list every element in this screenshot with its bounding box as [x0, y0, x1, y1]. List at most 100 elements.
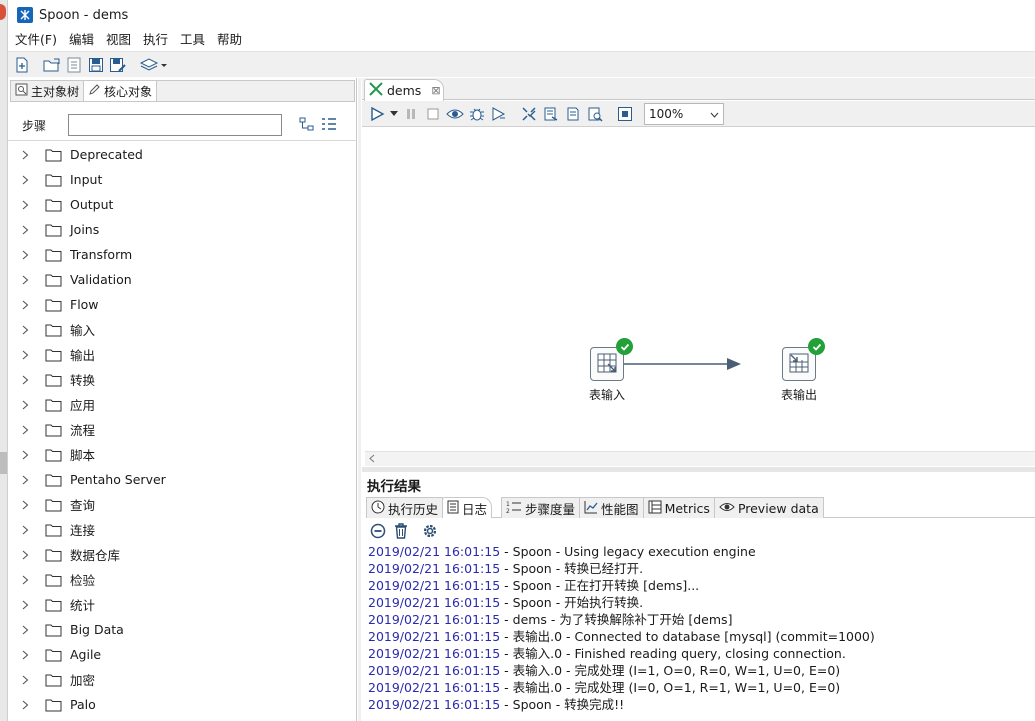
chevron-right-icon[interactable]: [22, 375, 32, 385]
chevron-right-icon[interactable]: [22, 175, 32, 185]
verify-icon[interactable]: [518, 103, 540, 125]
explore-repo-icon[interactable]: [63, 54, 85, 76]
save-as-icon[interactable]: [107, 54, 129, 76]
panel-splitter[interactable]: [358, 78, 361, 721]
tree-category[interactable]: Pentaho Server: [8, 467, 357, 492]
tree-category[interactable]: 输出: [8, 342, 357, 367]
chevron-right-icon[interactable]: [22, 325, 32, 335]
replay-icon[interactable]: [488, 103, 510, 125]
tree-category[interactable]: 数据仓库: [8, 542, 357, 567]
chevron-right-icon[interactable]: [22, 300, 32, 310]
log-timestamp: 2019/02/21 16:01:15: [368, 544, 501, 559]
stop-icon[interactable]: [422, 103, 444, 125]
log-timestamp: 2019/02/21 16:01:15: [368, 697, 501, 712]
impact-analysis-icon[interactable]: [540, 103, 562, 125]
run-options-dropdown-icon[interactable]: [388, 103, 400, 125]
show-results-icon[interactable]: [614, 103, 636, 125]
database-explorer-icon[interactable]: [584, 103, 606, 125]
tree-category[interactable]: Deprecated: [8, 142, 357, 167]
close-icon[interactable]: ⊠: [431, 84, 440, 97]
tab-preview-data[interactable]: Preview data: [713, 497, 824, 518]
tree-category[interactable]: Palo: [8, 692, 357, 717]
tree-category-label: Agile: [70, 647, 102, 662]
chevron-right-icon[interactable]: [22, 200, 32, 210]
step-table-output[interactable]: 表输出: [781, 338, 825, 403]
open-icon[interactable]: [41, 54, 63, 76]
tree-category[interactable]: 输入: [8, 317, 357, 342]
tree-category[interactable]: Flow: [8, 292, 357, 317]
clear-log-icon[interactable]: [370, 523, 386, 542]
chevron-right-icon[interactable]: [22, 675, 32, 685]
chevron-right-icon[interactable]: [22, 250, 32, 260]
chevron-right-icon[interactable]: [22, 225, 32, 235]
tab-core-objects[interactable]: 核心对象: [84, 81, 158, 101]
chevron-right-icon[interactable]: [22, 500, 32, 510]
debug-icon[interactable]: [466, 103, 488, 125]
tab-performance-graph[interactable]: 性能图: [579, 497, 644, 518]
chevron-right-icon[interactable]: [22, 275, 32, 285]
tree-category[interactable]: 加密: [8, 667, 357, 692]
hop-arrow[interactable]: [365, 128, 1035, 466]
menu-help[interactable]: 帮助: [211, 30, 248, 50]
tree-category[interactable]: 检验: [8, 567, 357, 592]
tree-category[interactable]: 脚本: [8, 442, 357, 467]
zoom-select[interactable]: 100%: [644, 102, 724, 125]
chevron-right-icon[interactable]: [22, 150, 32, 160]
steps-search-input[interactable]: [68, 114, 282, 136]
tree-category[interactable]: 应用: [8, 392, 357, 417]
log-settings-gear-icon[interactable]: [422, 523, 438, 542]
save-icon[interactable]: [85, 54, 107, 76]
pause-icon[interactable]: [400, 103, 422, 125]
tree-category[interactable]: Input: [8, 167, 357, 192]
new-file-icon[interactable]: [11, 54, 33, 76]
tab-log[interactable]: 日志: [442, 497, 493, 518]
preview-icon[interactable]: [444, 103, 466, 125]
tree-category[interactable]: Transform: [8, 242, 357, 267]
log-output[interactable]: 2019/02/21 16:01:15 - Spoon - Using lega…: [368, 543, 1035, 721]
tree-category[interactable]: 查询: [8, 492, 357, 517]
chevron-right-icon[interactable]: [22, 575, 32, 585]
chevron-right-icon[interactable]: [22, 700, 32, 710]
menu-edit[interactable]: 编辑: [63, 30, 100, 50]
menu-file[interactable]: 文件(F): [8, 30, 63, 50]
menu-run[interactable]: 执行: [137, 30, 174, 50]
run-icon[interactable]: [366, 103, 388, 125]
canvas-horizontal-scrollbar[interactable]: [365, 451, 1035, 466]
chevron-right-icon[interactable]: [22, 475, 32, 485]
trash-icon[interactable]: [394, 522, 408, 542]
transformation-canvas[interactable]: 表输入 表输出: [365, 128, 1035, 466]
generate-sql-icon[interactable]: [562, 103, 584, 125]
log-message: - Spoon - 正在打开转换 [dems]...: [500, 578, 700, 593]
tab-view-tree[interactable]: 主对象树: [11, 81, 85, 101]
step-table-input[interactable]: 表输入: [589, 338, 633, 403]
perspective-layers-icon[interactable]: [137, 54, 171, 76]
tree-category[interactable]: Agile: [8, 642, 357, 667]
tab-dems[interactable]: dems ⊠: [364, 79, 444, 101]
collapse-all-icon[interactable]: [321, 116, 337, 135]
tree-category[interactable]: 连接: [8, 517, 357, 542]
chevron-right-icon[interactable]: [22, 425, 32, 435]
tree-category[interactable]: Joins: [8, 217, 357, 242]
menu-view[interactable]: 视图: [100, 30, 137, 50]
chevron-right-icon[interactable]: [22, 450, 32, 460]
tree-category[interactable]: Output: [8, 192, 357, 217]
tree-category[interactable]: 流程: [8, 417, 357, 442]
chevron-right-icon[interactable]: [22, 625, 32, 635]
chevron-right-icon[interactable]: [22, 600, 32, 610]
chevron-right-icon[interactable]: [22, 525, 32, 535]
chevron-right-icon[interactable]: [22, 400, 32, 410]
tree-category[interactable]: 转换: [8, 367, 357, 392]
chevron-right-icon[interactable]: [22, 550, 32, 560]
chevron-right-icon[interactable]: [22, 650, 32, 660]
tree-category[interactable]: Validation: [8, 267, 357, 292]
tree-category[interactable]: 统计: [8, 592, 357, 617]
results-splitter[interactable]: [362, 467, 1035, 472]
tab-execution-history[interactable]: 执行历史: [366, 497, 444, 518]
expand-all-icon[interactable]: [299, 116, 315, 135]
tree-category[interactable]: Big Data: [8, 617, 357, 642]
tab-metrics[interactable]: Metrics: [642, 497, 715, 518]
menu-tools[interactable]: 工具: [174, 30, 211, 50]
tab-step-metrics[interactable]: 12 步骤度量: [501, 497, 581, 518]
chevron-right-icon[interactable]: [22, 350, 32, 360]
scroll-left-icon[interactable]: [369, 452, 375, 466]
